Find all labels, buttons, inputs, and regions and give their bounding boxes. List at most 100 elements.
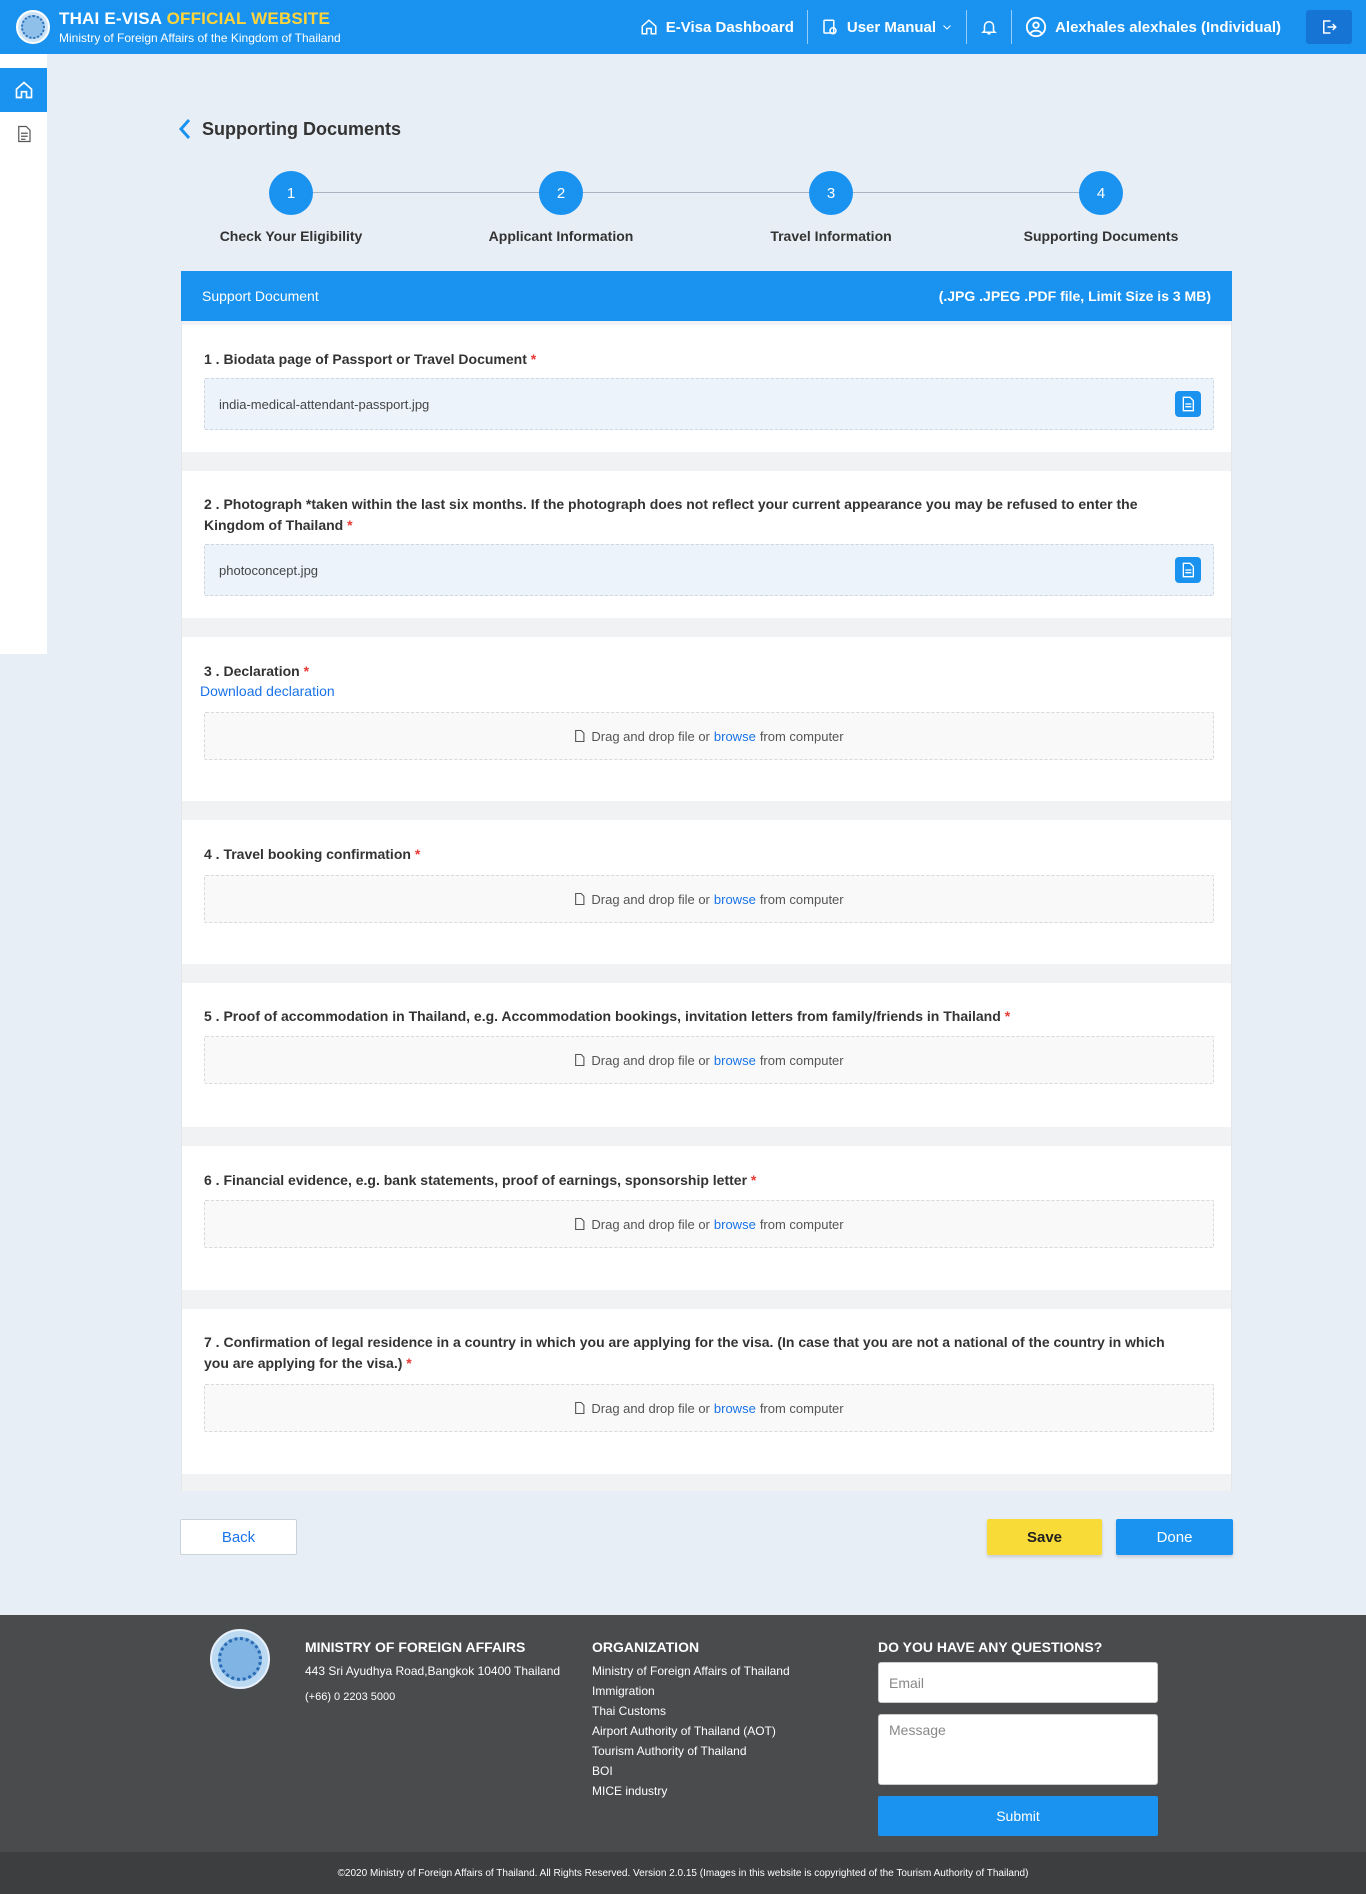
nav-manual-label: User Manual bbox=[846, 18, 937, 36]
dropzone-text-suffix: from computer bbox=[759, 1216, 844, 1232]
document-icon bbox=[17, 125, 31, 143]
logout-icon bbox=[1323, 20, 1337, 34]
file-document-icon bbox=[1182, 396, 1194, 412]
chevron-left-icon[interactable] bbox=[178, 118, 192, 140]
save-button[interactable]: Save bbox=[987, 1519, 1102, 1555]
document-question: 3 . Declaration * bbox=[204, 661, 1181, 682]
footer-message-field[interactable]: Message bbox=[878, 1714, 1158, 1785]
page-title-text: Supporting Documents bbox=[202, 118, 401, 139]
document-question: 6 . Financial evidence, e.g. bank statem… bbox=[204, 1170, 1181, 1191]
footer-org-link[interactable]: BOI bbox=[592, 1761, 790, 1781]
brand-title-main: THAI E-VISA bbox=[59, 8, 162, 28]
brand-subtitle: Ministry of Foreign Affairs of the Kingd… bbox=[59, 31, 341, 45]
footer-questions-column: DO YOU HAVE ANY QUESTIONS? bbox=[878, 1637, 1102, 1661]
dropzone-text: Drag and drop file or bbox=[591, 1052, 710, 1068]
done-button[interactable]: Done bbox=[1116, 1519, 1233, 1555]
document-card-declaration: 3 . Declaration * Download declaration D… bbox=[182, 637, 1231, 801]
file-icon bbox=[575, 1217, 585, 1231]
ministry-seal-logo bbox=[16, 10, 50, 44]
browse-link[interactable]: browse bbox=[714, 892, 756, 907]
user-profile-menu[interactable]: Alexhales alexhales (Individual) bbox=[1012, 11, 1294, 43]
top-navbar: THAI E-VISA OFFICIAL WEBSITE Ministry of… bbox=[0, 0, 1366, 54]
bell-icon bbox=[981, 21, 997, 35]
document-question: 1 . Biodata page of Passport or Travel D… bbox=[204, 349, 1181, 370]
back-button[interactable]: Back bbox=[180, 1519, 297, 1555]
footer-org-link[interactable]: MICE industry bbox=[592, 1781, 790, 1801]
user-name: Alexhales alexhales (Individual) bbox=[1055, 18, 1281, 36]
required-marker: * bbox=[530, 351, 537, 367]
home-icon bbox=[15, 81, 32, 99]
document-question: 2 . Photograph *taken within the last si… bbox=[204, 494, 1181, 536]
sidebar-home[interactable] bbox=[0, 68, 47, 112]
question-text: 5 . Proof of accommodation in Thailand, … bbox=[204, 1008, 1001, 1024]
footer-organization-title: ORGANIZATION bbox=[592, 1639, 700, 1655]
step-label: Applicant Information bbox=[488, 228, 634, 244]
document-card-passport: 1 . Biodata page of Passport or Travel D… bbox=[182, 325, 1231, 452]
footer-org-link[interactable]: Immigration bbox=[592, 1681, 790, 1701]
nav-dashboard-label: E-Visa Dashboard bbox=[665, 18, 794, 36]
step-3[interactable]: 3 Travel Information bbox=[721, 171, 941, 244]
file-dropzone[interactable]: Drag and drop file or browse from comput… bbox=[204, 1384, 1214, 1432]
logout-button[interactable] bbox=[1306, 10, 1352, 44]
brand-title: THAI E-VISA OFFICIAL WEBSITE bbox=[59, 9, 341, 29]
required-marker: * bbox=[414, 846, 421, 862]
required-marker: * bbox=[750, 1172, 757, 1188]
manual-icon bbox=[823, 19, 837, 35]
sidebar-documents[interactable] bbox=[0, 112, 47, 156]
nav-evisa-dashboard[interactable]: E-Visa Dashboard bbox=[627, 11, 807, 43]
step-2[interactable]: 2 Applicant Information bbox=[451, 171, 671, 244]
footer-ministry-column: MINISTRY OF FOREIGN AFFAIRS 443 Sri Ayud… bbox=[305, 1637, 560, 1707]
uploaded-file-name: india-medical-attendant-passport.jpg bbox=[219, 396, 430, 412]
footer-submit-button[interactable]: Submit bbox=[878, 1796, 1158, 1836]
footer-email-field[interactable]: Email bbox=[878, 1662, 1158, 1703]
dropzone-text-suffix: from computer bbox=[759, 1400, 844, 1416]
step-1[interactable]: 1 Check Your Eligibility bbox=[181, 171, 401, 244]
footer-org-link[interactable]: Ministry of Foreign Affairs of Thailand bbox=[592, 1661, 790, 1681]
question-text: 1 . Biodata page of Passport or Travel D… bbox=[204, 351, 527, 367]
browse-link[interactable]: browse bbox=[714, 729, 756, 744]
file-dropzone[interactable]: Drag and drop file or browse from comput… bbox=[204, 875, 1214, 923]
document-question: 4 . Travel booking confirmation * bbox=[204, 844, 1181, 865]
dropzone-text: Drag and drop file or bbox=[591, 1400, 710, 1416]
question-text: 4 . Travel booking confirmation bbox=[204, 846, 411, 862]
footer-org-link[interactable]: Thai Customs bbox=[592, 1701, 790, 1721]
footer-address: 443 Sri Ayudhya Road,Bangkok 10400 Thail… bbox=[305, 1664, 561, 1678]
dropzone-text-suffix: from computer bbox=[759, 891, 844, 907]
browse-link[interactable]: browse bbox=[714, 1401, 756, 1416]
view-file-button[interactable] bbox=[1175, 557, 1201, 583]
file-icon bbox=[575, 1053, 585, 1067]
download-declaration-link[interactable]: Download declaration bbox=[200, 683, 335, 699]
file-icon bbox=[575, 1401, 585, 1415]
notifications-button[interactable] bbox=[967, 11, 1011, 43]
view-file-button[interactable] bbox=[1175, 391, 1201, 417]
file-dropzone[interactable]: Drag and drop file or browse from comput… bbox=[204, 1036, 1214, 1084]
dropzone-text: Drag and drop file or bbox=[591, 728, 710, 744]
step-number: 2 bbox=[539, 171, 583, 215]
document-card-photograph: 2 . Photograph *taken within the last si… bbox=[182, 471, 1231, 618]
brand[interactable]: THAI E-VISA OFFICIAL WEBSITE Ministry of… bbox=[0, 9, 341, 46]
page-title: Supporting Documents bbox=[178, 118, 401, 140]
step-number: 1 bbox=[269, 171, 313, 215]
browse-link[interactable]: browse bbox=[714, 1053, 756, 1068]
copyright-text: ©2020 Ministry of Foreign Affairs of Tha… bbox=[337, 1867, 1029, 1879]
step-number: 3 bbox=[809, 171, 853, 215]
footer-organization-column: ORGANIZATION Ministry of Foreign Affairs… bbox=[592, 1637, 790, 1801]
footer-ministry-seal-logo bbox=[210, 1629, 270, 1689]
left-sidebar bbox=[0, 54, 47, 654]
browse-link[interactable]: browse bbox=[714, 1217, 756, 1232]
question-text: 7 . Confirmation of legal residence in a… bbox=[204, 1334, 1165, 1371]
document-question: 7 . Confirmation of legal residence in a… bbox=[204, 1332, 1181, 1374]
footer-org-link[interactable]: Airport Authority of Thailand (AOT) bbox=[592, 1721, 790, 1741]
file-dropzone[interactable]: Drag and drop file or browse from comput… bbox=[204, 1200, 1214, 1248]
step-4[interactable]: 4 Supporting Documents bbox=[991, 171, 1211, 244]
file-dropzone[interactable]: Drag and drop file or browse from comput… bbox=[204, 712, 1214, 760]
footer-ministry-title: MINISTRY OF FOREIGN AFFAIRS bbox=[305, 1639, 526, 1655]
user-circle-icon bbox=[1025, 16, 1047, 38]
footer-org-link[interactable]: Tourism Authority of Thailand bbox=[592, 1741, 790, 1761]
file-document-icon bbox=[1182, 562, 1194, 578]
step-label: Travel Information bbox=[770, 228, 892, 244]
file-limit-note: (.JPG .JPEG .PDF file, Limit Size is 3 M… bbox=[938, 288, 1211, 304]
nav-user-manual[interactable]: User Manual bbox=[808, 11, 966, 43]
step-label: Check Your Eligibility bbox=[219, 228, 363, 244]
header-nav: E-Visa Dashboard User Manual Alexhales a… bbox=[627, 0, 1366, 54]
